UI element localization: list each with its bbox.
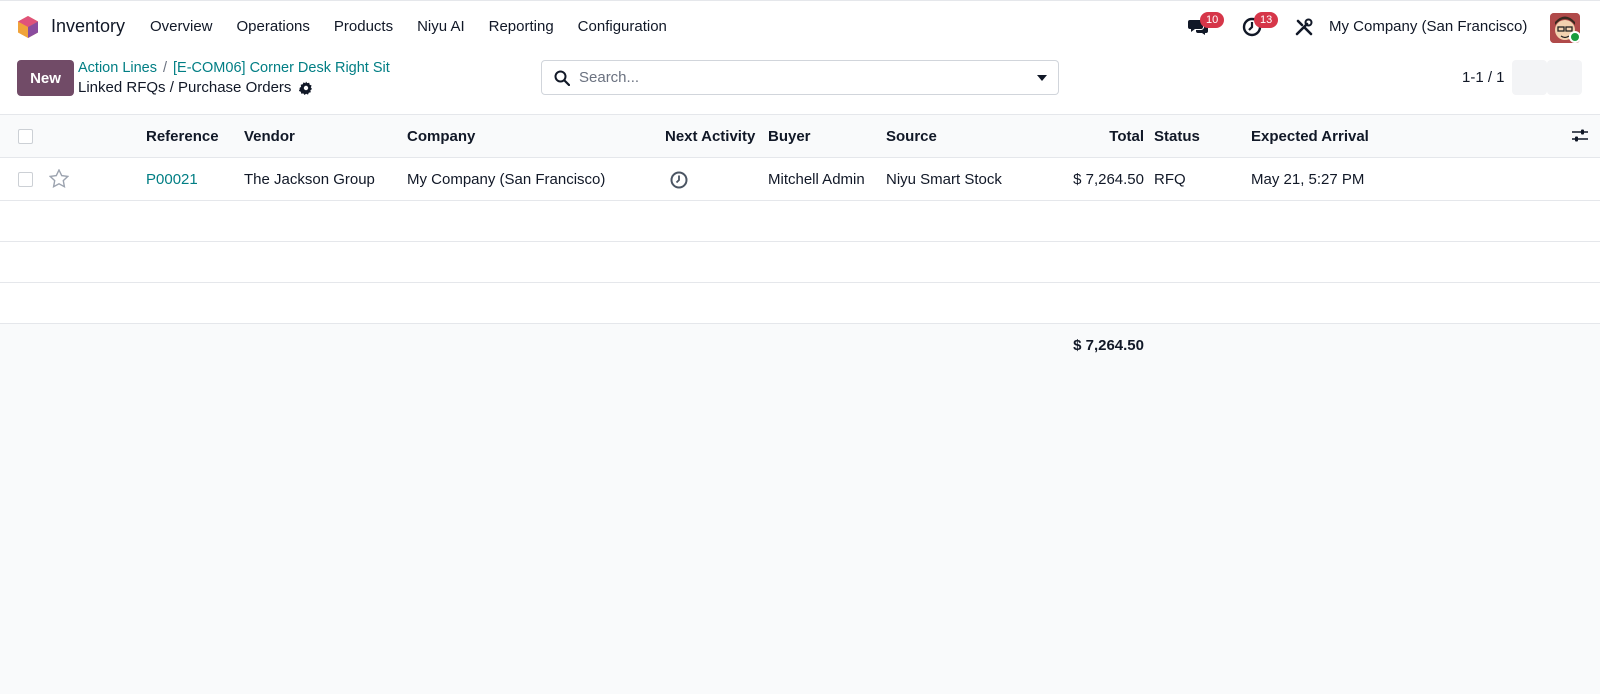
activities-badge: 13 [1254,12,1279,28]
pager-previous-button[interactable] [1512,60,1547,95]
column-source[interactable]: Source [886,128,937,145]
search-icon [554,70,570,86]
top-navbar: Inventory Overview Operations Products N… [0,0,1600,53]
control-panel: New Action Lines / [E-COM06] Corner Desk R… [0,53,1600,115]
row-vendor: The Jackson Group [244,171,375,188]
activities-button[interactable]: 13 [1240,12,1279,39]
column-status[interactable]: Status [1154,128,1200,145]
page-title-group: Linked RFQs / Purchase Orders [78,79,313,96]
breadcrumb-product[interactable]: [E-COM06] Corner Desk Right Sit [173,60,390,76]
main-menu: Overview Operations Products Niyu AI Rep… [150,18,691,35]
row-status: RFQ [1154,171,1186,188]
column-company[interactable]: Company [407,128,475,145]
row-company: My Company (San Francisco) [407,171,606,188]
column-reference[interactable]: Reference [146,128,219,145]
menu-overview[interactable]: Overview [150,18,213,35]
row-buyer: Mitchell Admin [768,171,865,188]
column-total[interactable]: Total [1109,128,1144,145]
row-reference[interactable]: P00021 [146,171,198,188]
messages-button[interactable]: 10 [1186,12,1225,39]
tools-icon [1295,18,1313,36]
select-all-checkbox[interactable] [18,129,33,144]
empty-row [0,201,1600,242]
page-title: Linked RFQs / Purchase Orders [78,79,292,96]
menu-products[interactable]: Products [334,18,393,35]
debug-tools-button[interactable] [1292,15,1316,39]
pager-value[interactable]: 1-1 / 1 [1462,69,1505,86]
app-name[interactable]: Inventory [51,16,125,37]
messages-badge: 10 [1200,12,1225,28]
search-input[interactable] [579,69,999,86]
table-header: Reference Vendor Company Next Activity B… [0,115,1600,158]
column-expected-arrival[interactable]: Expected Arrival [1251,128,1369,145]
row-source: Niyu Smart Stock [886,171,1002,188]
list-view: Reference Vendor Company Next Activity B… [0,115,1600,354]
search-bar [541,60,1035,95]
menu-configuration[interactable]: Configuration [578,18,667,35]
table-row[interactable]: P00021 The Jackson Group My Company (San… [0,158,1600,201]
breadcrumb-separator: / [163,60,168,76]
row-total: $ 7,264.50 [1073,171,1144,188]
menu-reporting[interactable]: Reporting [489,18,554,35]
online-status-dot [1569,31,1581,43]
row-checkbox[interactable] [18,172,33,187]
new-button[interactable]: New [17,60,74,96]
pager-next-button[interactable] [1547,60,1582,95]
breadcrumb-action-lines[interactable]: Action Lines [78,60,157,76]
empty-row [0,283,1600,324]
star-icon[interactable] [49,169,69,188]
aggregate-total: $ 7,264.50 [1073,337,1144,354]
menu-operations[interactable]: Operations [237,18,310,35]
optional-columns-icon[interactable] [1572,129,1588,143]
column-buyer[interactable]: Buyer [768,128,811,145]
gear-icon[interactable] [299,81,313,95]
column-next-activity[interactable]: Next Activity [665,128,755,145]
breadcrumb: Action Lines / [E-COM06] Corner Desk Right… [78,60,390,76]
search-options-toggle[interactable] [1026,60,1059,95]
company-switcher[interactable]: My Company (San Francisco) [1329,18,1527,35]
empty-row [0,242,1600,283]
row-expected-arrival: May 21, 5:27 PM [1251,171,1365,188]
clock-icon[interactable] [670,171,688,189]
column-vendor[interactable]: Vendor [244,128,295,145]
menu-niyu-ai[interactable]: Niyu AI [417,18,465,35]
inventory-app-icon[interactable] [17,15,39,39]
caret-down-icon [1037,74,1047,81]
